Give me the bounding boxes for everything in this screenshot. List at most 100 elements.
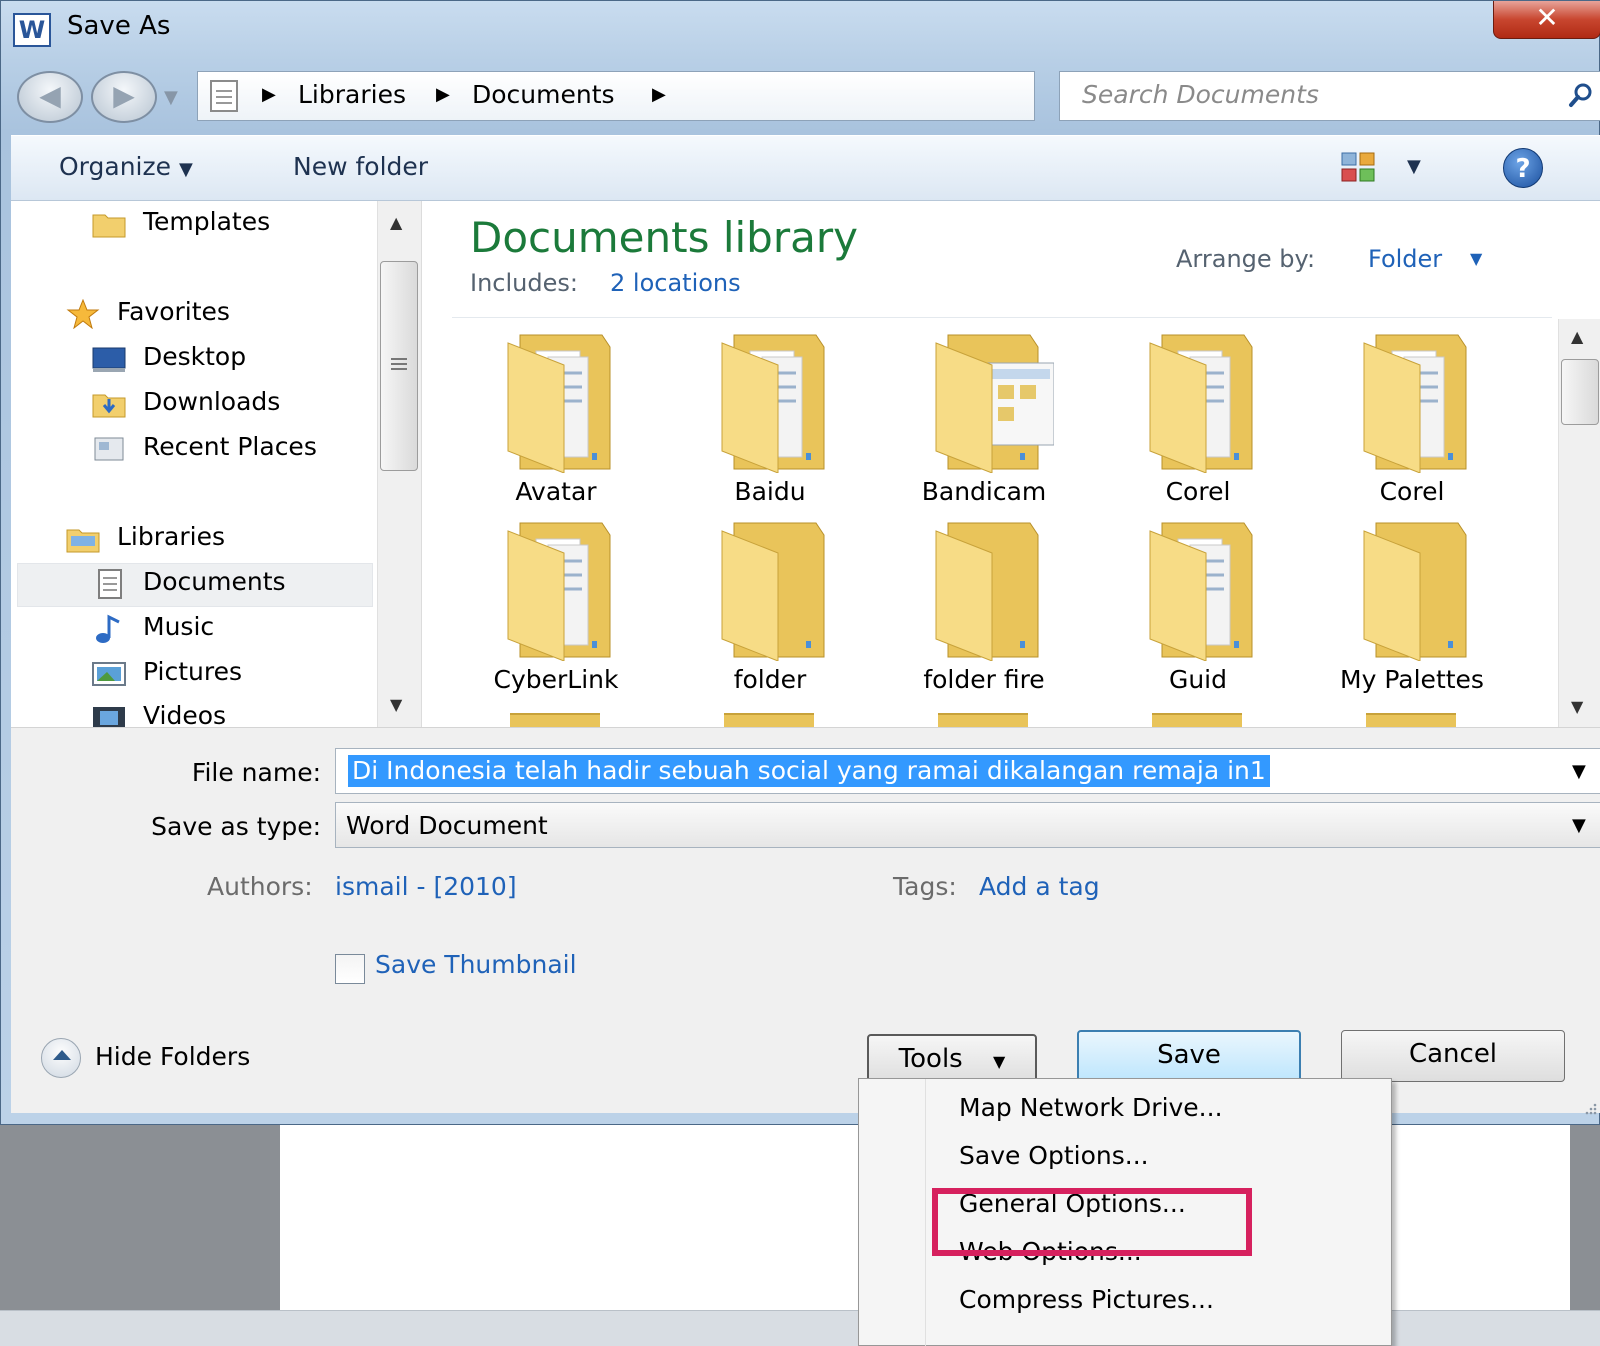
chevron-down-icon[interactable]: ▼ [1572, 815, 1586, 836]
folder-item[interactable]: folder [670, 521, 870, 701]
breadcrumb-chevron-icon[interactable]: ▶ [652, 84, 666, 105]
breadcrumb-chevron-icon[interactable]: ▶ [436, 84, 450, 105]
search-placeholder: Search Documents [1082, 80, 1319, 109]
nav-item-label: Libraries [117, 522, 225, 551]
recent-locations-dropdown[interactable]: ▼ [164, 87, 178, 108]
folder-item[interactable]: Avatar [456, 333, 656, 513]
file-name-label: File name: [191, 758, 321, 787]
folder-item[interactable]: folder fire [884, 521, 1084, 701]
folder-item[interactable]: Corel [1098, 333, 1298, 513]
change-view-icon[interactable] [1341, 152, 1375, 182]
libraries-icon [66, 529, 100, 553]
close-icon: ✕ [1535, 1, 1559, 34]
folder-item-partial[interactable] [724, 713, 814, 727]
search-input[interactable]: Search Documents [1059, 71, 1600, 121]
nav-item-music[interactable]: Music [96, 612, 214, 643]
nav-item-documents[interactable]: Documents [98, 567, 286, 599]
authors-label: Authors: [207, 872, 313, 901]
folder-icon [507, 522, 611, 661]
hide-folders-button[interactable]: Hide Folders [95, 1042, 250, 1071]
music-icon [96, 614, 120, 643]
nav-item-desktop[interactable]: Desktop [92, 342, 246, 372]
authors-field[interactable]: ismail - [2010] [335, 872, 517, 901]
nav-item-videos[interactable]: Videos [93, 701, 227, 727]
scroll-up-icon[interactable]: ▲ [1571, 327, 1583, 346]
cancel-button[interactable]: Cancel [1341, 1030, 1565, 1082]
scroll-up-icon[interactable]: ▲ [390, 213, 402, 232]
breadcrumb-libraries[interactable]: Libraries [298, 80, 406, 109]
resize-grip-icon[interactable] [1583, 1101, 1597, 1115]
save-button[interactable]: Save [1077, 1030, 1301, 1082]
menu-item-compress-pictures[interactable]: Compress Pictures... [959, 1285, 1214, 1314]
folder-icon [935, 522, 1039, 661]
nav-item-recent-places[interactable]: Recent Places [94, 432, 317, 461]
save-as-type-select[interactable]: Word Document ▼ [335, 802, 1600, 848]
chevron-down-icon[interactable]: ▼ [1470, 249, 1482, 268]
command-toolbar: Organize ▼ New folder ▼ ? [11, 135, 1600, 201]
folder-item-partial[interactable] [1366, 713, 1456, 727]
file-name-input[interactable]: Di Indonesia telah hadir sebuah social y… [335, 748, 1600, 794]
nav-item-pictures[interactable]: Pictures [92, 657, 242, 686]
folder-item-partial[interactable] [1152, 713, 1242, 727]
nav-item-favorites[interactable]: Favorites [66, 297, 230, 329]
nav-item-downloads[interactable]: Downloads [92, 387, 281, 418]
organize-label: Organize [59, 152, 171, 181]
recent-places-icon [94, 437, 124, 461]
tags-field[interactable]: Add a tag [979, 872, 1100, 901]
nav-item-templates[interactable]: Templates [92, 207, 270, 238]
arrange-by-dropdown[interactable]: Folder [1368, 245, 1442, 273]
folder-item[interactable]: Bandicam [884, 333, 1084, 513]
includes-label: Includes: [470, 269, 578, 297]
help-button[interactable]: ? [1503, 148, 1543, 188]
pictures-icon [92, 662, 126, 686]
annotation-highlight-box [932, 1188, 1252, 1256]
nav-pane-scrollbar[interactable]: ▲ ▼ [377, 201, 421, 727]
folder-item[interactable]: Guid [1098, 521, 1298, 701]
chevron-down-icon: ▼ [993, 1052, 1006, 1071]
new-folder-button[interactable]: New folder [293, 152, 428, 181]
folder-icon [1149, 334, 1253, 473]
folder-item[interactable]: My Palettes [1312, 521, 1512, 701]
includes-locations-link[interactable]: 2 locations [610, 269, 741, 297]
word-app-icon: W [13, 13, 51, 47]
scrollbar-thumb[interactable] [380, 261, 418, 471]
document-icon [98, 569, 122, 599]
nav-item-label: Pictures [143, 657, 242, 686]
nav-item-label: Favorites [117, 297, 230, 326]
save-thumbnail-checkbox[interactable] [335, 954, 365, 984]
save-thumbnail-label[interactable]: Save Thumbnail [375, 950, 577, 979]
tools-button[interactable]: Tools ▼ [867, 1034, 1037, 1084]
folder-item[interactable]: CyberLink [456, 521, 656, 701]
folder-name: Baidu [734, 477, 806, 506]
collapse-up-icon[interactable] [41, 1038, 81, 1078]
nav-item-libraries[interactable]: Libraries [66, 522, 225, 553]
menu-item-save-options[interactable]: Save Options... [959, 1141, 1149, 1170]
folder-item[interactable]: Baidu [670, 333, 870, 513]
save-as-type-value: Word Document [346, 811, 548, 840]
folder-item[interactable]: Corel [1312, 333, 1512, 513]
scroll-down-icon[interactable]: ▼ [1571, 697, 1583, 716]
view-options-dropdown-icon[interactable]: ▼ [1407, 156, 1421, 177]
nav-item-label: Downloads [143, 387, 281, 416]
arrange-by-label: Arrange by: [1176, 245, 1316, 273]
folder-item-partial[interactable] [938, 713, 1028, 727]
chevron-down-icon[interactable]: ▼ [1572, 761, 1586, 782]
search-icon[interactable] [1568, 82, 1594, 108]
breadcrumb-documents[interactable]: Documents [472, 80, 615, 109]
star-icon [66, 299, 100, 329]
navigation-pane: Templates Favorites Desktop Downloads Re… [11, 201, 421, 727]
address-bar[interactable]: ▶ Libraries ▶ Documents ▶ ▼ ↻ [197, 71, 1216, 121]
nav-item-label: Videos [143, 701, 227, 727]
scroll-down-icon[interactable]: ▼ [390, 695, 402, 714]
menu-gutter [925, 1079, 926, 1346]
folder-item-partial[interactable] [510, 713, 600, 727]
breadcrumb-chevron-icon[interactable]: ▶ [262, 84, 276, 105]
close-button[interactable]: ✕ [1493, 1, 1600, 39]
forward-button[interactable]: ▶ [91, 71, 157, 123]
scrollbar-thumb[interactable] [1561, 359, 1599, 425]
menu-item-map-network-drive[interactable]: Map Network Drive... [959, 1093, 1223, 1122]
back-button[interactable]: ◀ [17, 71, 83, 123]
organize-button[interactable]: Organize ▼ [59, 152, 193, 181]
folder-name: Avatar [515, 477, 597, 506]
file-list-scrollbar[interactable]: ▲ ▼ [1558, 319, 1600, 727]
